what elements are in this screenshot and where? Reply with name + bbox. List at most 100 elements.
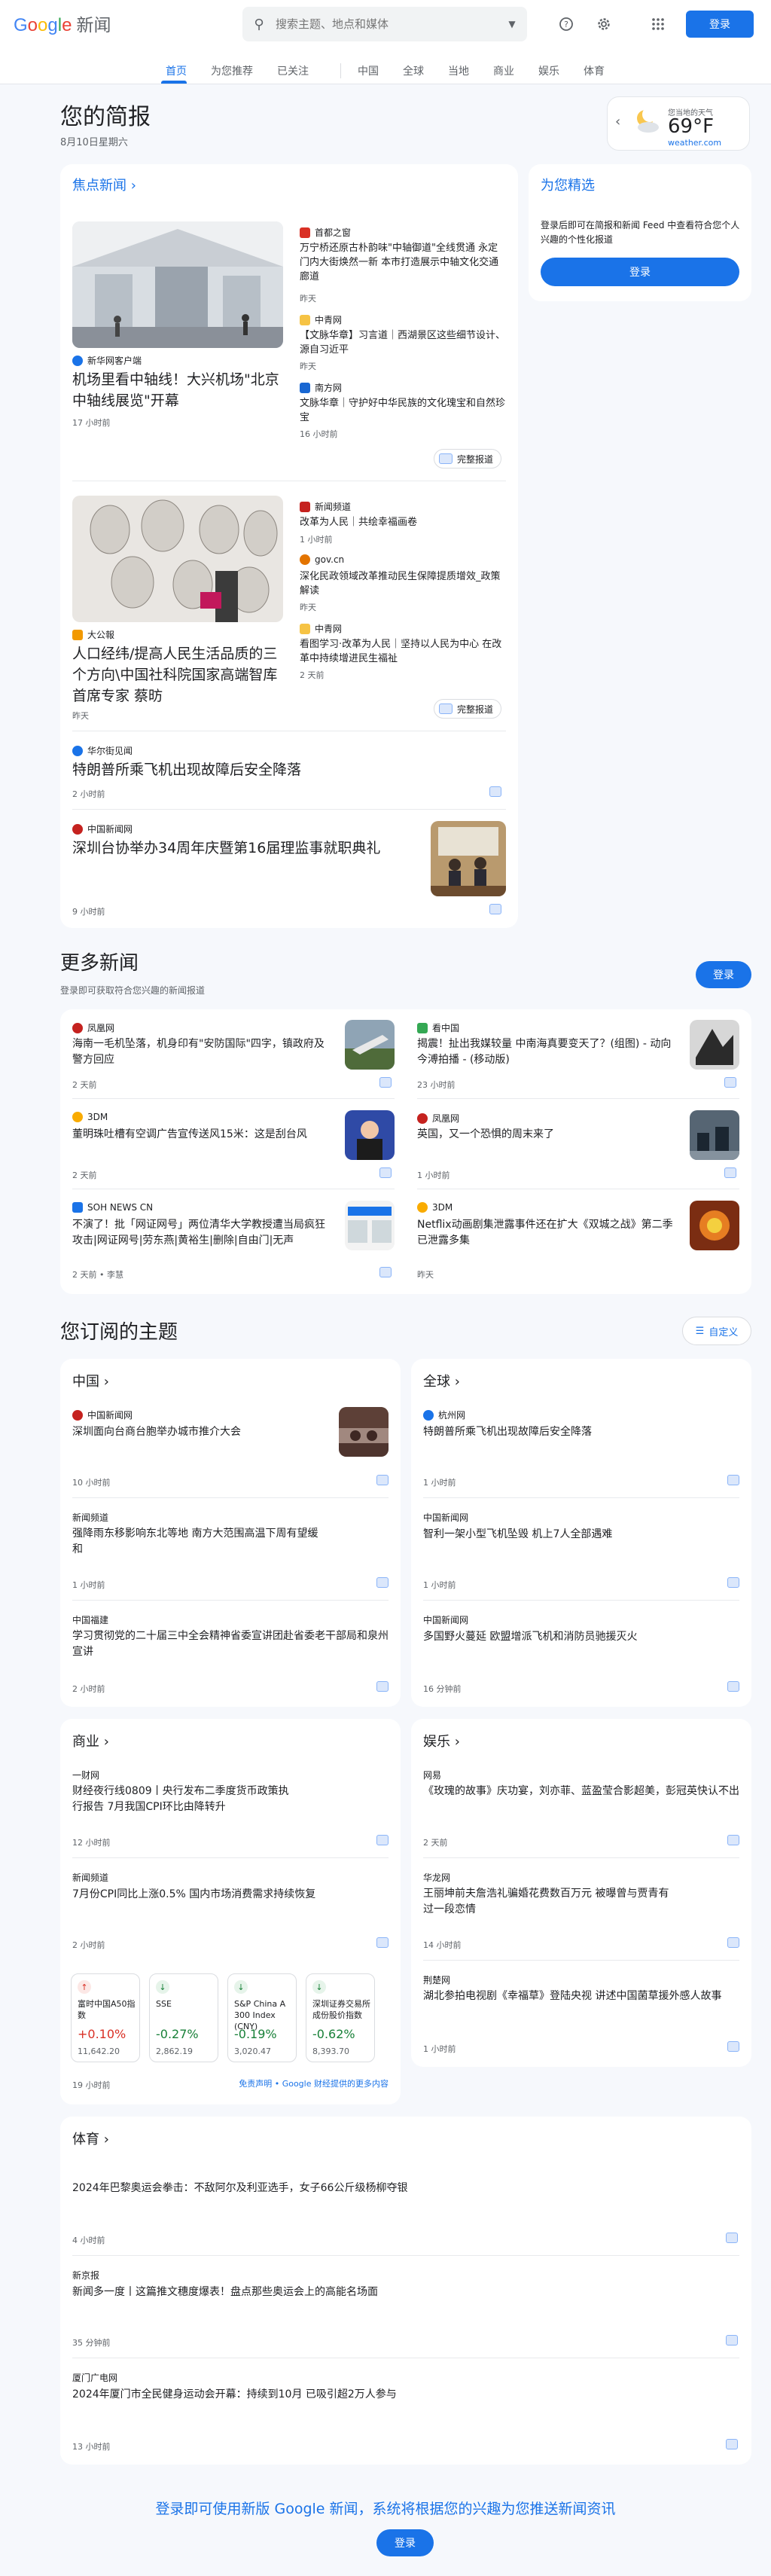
full-coverage-button[interactable]: 完整报道 bbox=[434, 449, 502, 469]
full-coverage-icon[interactable] bbox=[376, 1475, 389, 1485]
tab-china[interactable]: 中国 bbox=[358, 63, 379, 78]
search-box[interactable]: ⚲ ▼ bbox=[242, 7, 527, 41]
stock-price: 2,862.19 bbox=[156, 2046, 193, 2056]
topic-title-link[interactable]: 全球 › bbox=[423, 1371, 460, 1390]
story-thumbnail[interactable] bbox=[345, 1201, 395, 1250]
customize-button[interactable]: ☰ 自定义 bbox=[682, 1317, 751, 1345]
story-headline[interactable]: 特朗普所乘飞机出现故障后安全降落 bbox=[72, 759, 494, 780]
story-headline[interactable]: 智利一架小型飞机坠毁 机上7人全部遇难 bbox=[423, 1526, 724, 1543]
full-coverage-icon[interactable] bbox=[727, 1681, 739, 1692]
google-news-logo[interactable]: Google 新闻 bbox=[14, 11, 111, 36]
full-coverage-icon[interactable] bbox=[726, 2439, 738, 2449]
full-coverage-icon[interactable] bbox=[726, 2233, 738, 2243]
full-coverage-icon[interactable] bbox=[727, 1577, 739, 1588]
story-thumbnail[interactable] bbox=[690, 1201, 739, 1250]
story-headline[interactable]: 人口经纬/提高人民生活品质的三个方向\中国社科院国家高端智库首席专家 蔡昉 bbox=[72, 643, 291, 707]
full-coverage-icon[interactable] bbox=[376, 1577, 389, 1588]
tab-for-you[interactable]: 为您推荐 bbox=[211, 63, 253, 78]
story-thumbnail[interactable] bbox=[690, 1110, 739, 1160]
top-stories-title[interactable]: 焦点新闻 › bbox=[72, 175, 136, 194]
stock-card[interactable]: ↓ SSE -0.27% 2,862.19 bbox=[149, 1973, 218, 2062]
full-coverage-icon[interactable] bbox=[724, 1167, 736, 1178]
story-headline[interactable]: 学习贯彻党的二十届三中全会精神省委宣讲团赴省委老干部局和泉州宣讲 bbox=[72, 1628, 389, 1660]
full-coverage-icon[interactable] bbox=[489, 904, 501, 914]
story-thumbnail[interactable] bbox=[345, 1020, 395, 1070]
story-image-art[interactable] bbox=[72, 496, 283, 622]
full-coverage-icon[interactable] bbox=[489, 786, 501, 797]
story-headline[interactable]: 文脉华章｜守护好中华民族的文化瑰宝和自然珍宝 bbox=[300, 396, 507, 425]
story-headline[interactable]: 改革为人民｜共绘幸福画卷 bbox=[300, 515, 507, 530]
story-headline[interactable]: 新闻多一度丨这篇推文穗度爆表！盘点那些奥运会上的高能名场面 bbox=[72, 2284, 720, 2300]
story-headline[interactable]: 不演了！批「网证网号」两位清华大学教授遭当局疯狂攻击|网证网号|劳东燕|黄裕生|… bbox=[72, 1217, 328, 1249]
story-headline[interactable]: 机场里看中轴线！大兴机场"北京中轴线展览"开幕 bbox=[72, 369, 291, 411]
help-icon[interactable]: ? bbox=[557, 15, 575, 33]
story-headline[interactable]: 特朗普所乘飞机出现故障后安全降落 bbox=[423, 1424, 724, 1440]
tab-home[interactable]: 首页 bbox=[166, 63, 187, 78]
topic-title-link[interactable]: 中国 › bbox=[72, 1371, 109, 1390]
full-coverage-icon[interactable] bbox=[379, 1077, 392, 1088]
full-coverage-icon[interactable] bbox=[727, 1937, 739, 1948]
chevron-down-icon[interactable]: ▼ bbox=[497, 19, 527, 29]
search-input[interactable] bbox=[276, 17, 497, 31]
footer-login-button[interactable]: 登录 bbox=[376, 2529, 434, 2556]
story-image-ceremony[interactable] bbox=[431, 821, 506, 896]
topic-title-link[interactable]: 娱乐 › bbox=[423, 1731, 460, 1750]
chevron-left-icon[interactable]: ‹ bbox=[615, 114, 620, 130]
weather-source-link[interactable]: weather.com bbox=[668, 138, 721, 148]
stock-card[interactable]: ↓ S&P China A 300 Index (CNY) -0.19% 3,0… bbox=[227, 1973, 297, 2062]
tab-world[interactable]: 全球 bbox=[403, 63, 424, 78]
full-coverage-icon[interactable] bbox=[726, 2335, 738, 2346]
story-headline[interactable]: 深圳台协举办34周年庆暨第16届理监事就职典礼 bbox=[72, 838, 426, 859]
full-coverage-icon[interactable] bbox=[724, 1077, 736, 1088]
story-headline[interactable]: 《玫瑰的故事》庆功宴，刘亦菲、蓝盈莹合影超美，彭冠英快认不出 bbox=[423, 1784, 739, 1799]
tab-following[interactable]: 已关注 bbox=[277, 63, 309, 78]
story-headline[interactable]: 强降雨东移影响东北等地 南方大范围高温下周有望缓和 bbox=[72, 1526, 328, 1558]
stock-card[interactable]: ↓ 深圳证券交易所成份股价指数 -0.62% 8,393.70 bbox=[306, 1973, 375, 2062]
story-headline[interactable]: 深圳面向台商台胞举办城市推介大会 bbox=[72, 1424, 313, 1440]
story-thumbnail[interactable] bbox=[345, 1110, 395, 1160]
tab-sports[interactable]: 体育 bbox=[584, 63, 605, 78]
full-coverage-icon[interactable] bbox=[727, 2041, 739, 2052]
full-coverage-icon[interactable] bbox=[376, 1835, 389, 1845]
full-coverage-icon[interactable] bbox=[379, 1267, 392, 1277]
more-news-login-button[interactable]: 登录 bbox=[696, 961, 751, 988]
weather-widget[interactable]: ‹ 您当地的天气 69°F weather.com bbox=[607, 96, 750, 151]
story-thumbnail[interactable] bbox=[690, 1020, 739, 1070]
story-headline[interactable]: 2024年巴黎奥运会拳击：不敌阿尔及利亚选手，女子66公斤级杨柳夺银 bbox=[72, 2180, 720, 2196]
picks-login-button[interactable]: 登录 bbox=[541, 258, 739, 286]
story-headline[interactable]: 揭震！扯出我媒较量 中南海真要变天了？(组图) - 动向 今溥拍播 - (移动版… bbox=[417, 1036, 673, 1068]
story-headline[interactable]: 【文脉华章】习言道｜西湖景区这些细节设计、源自习近平 bbox=[300, 328, 507, 357]
story-headline[interactable]: 海南一毛机坠落，机身印有"安防国际"四字，镇政府及警方回应 bbox=[72, 1036, 328, 1068]
finance-disclaimer-link[interactable]: 免责声明 • Google 财经提供的更多内容 bbox=[220, 2077, 389, 2089]
settings-gear-icon[interactable] bbox=[595, 15, 613, 33]
story-headline[interactable]: Netflix动画剧集泄露事件还在扩大《双城之战》第二季已泄露多集 bbox=[417, 1217, 673, 1249]
full-coverage-button[interactable]: 完整报道 bbox=[434, 699, 502, 719]
search-icon[interactable]: ⚲ bbox=[242, 17, 276, 32]
story-headline[interactable]: 湖北参拍电视剧《幸福草》登陆央视 讲述中国菌草援外感人故事 bbox=[423, 1988, 739, 2004]
full-coverage-icon[interactable] bbox=[727, 1835, 739, 1845]
tab-local[interactable]: 当地 bbox=[448, 63, 469, 78]
full-coverage-icon[interactable] bbox=[379, 1167, 392, 1178]
story-headline[interactable]: 7月份CPI同比上涨0.5% 国内市场消费需求持续恢复 bbox=[72, 1886, 373, 1903]
full-coverage-icon[interactable] bbox=[376, 1681, 389, 1692]
story-headline[interactable]: 2024年厦门市全民健身运动会开幕：持续到10月 已吸引超2万人参与 bbox=[72, 2386, 720, 2403]
tab-business[interactable]: 商业 bbox=[493, 63, 514, 78]
story-headline[interactable]: 王丽坤前夫詹浩礼骗婚花费数百万元 被曝曾与贾青有过一段恋情 bbox=[423, 1886, 679, 1918]
header-login-button[interactable]: 登录 bbox=[686, 11, 754, 38]
apps-grid-icon[interactable] bbox=[649, 15, 667, 33]
story-image-airport[interactable] bbox=[72, 221, 283, 348]
story-thumbnail[interactable] bbox=[339, 1407, 389, 1457]
story-headline[interactable]: 万宁桥还原古朴韵味"中轴御道"全线贯通 永定门内大街焕然一新 本市打造展示中轴文… bbox=[300, 241, 507, 284]
full-coverage-icon[interactable] bbox=[727, 1475, 739, 1485]
story-headline[interactable]: 英国，又一个恐惧的周末来了 bbox=[417, 1127, 673, 1143]
topic-title-link[interactable]: 体育 › bbox=[72, 2129, 109, 2148]
full-coverage-icon[interactable] bbox=[376, 1937, 389, 1948]
stock-card[interactable]: ↑ 富时中国A50指数 +0.10% 11,642.20 bbox=[71, 1973, 140, 2062]
story-headline[interactable]: 深化民政领域改革推动民生保障提质增效_政策解读 bbox=[300, 569, 507, 598]
story-headline[interactable]: 看图学习·改革为人民｜坚持以人民为中心 在改革中持续增进民生福祉 bbox=[300, 637, 507, 666]
topic-title-link[interactable]: 商业 › bbox=[72, 1731, 109, 1750]
story-headline[interactable]: 财经夜行线0809丨央行发布二季度货币政策执行报告 7月我国CPI环比由降转升 bbox=[72, 1784, 298, 1815]
tab-entertainment[interactable]: 娱乐 bbox=[538, 63, 559, 78]
story-headline[interactable]: 董明珠吐槽有空调广告宣传送风15米：这是刮台风 bbox=[72, 1127, 328, 1143]
story-headline[interactable]: 多国野火蔓延 欧盟增派飞机和消防员驰援灭火 bbox=[423, 1628, 724, 1645]
